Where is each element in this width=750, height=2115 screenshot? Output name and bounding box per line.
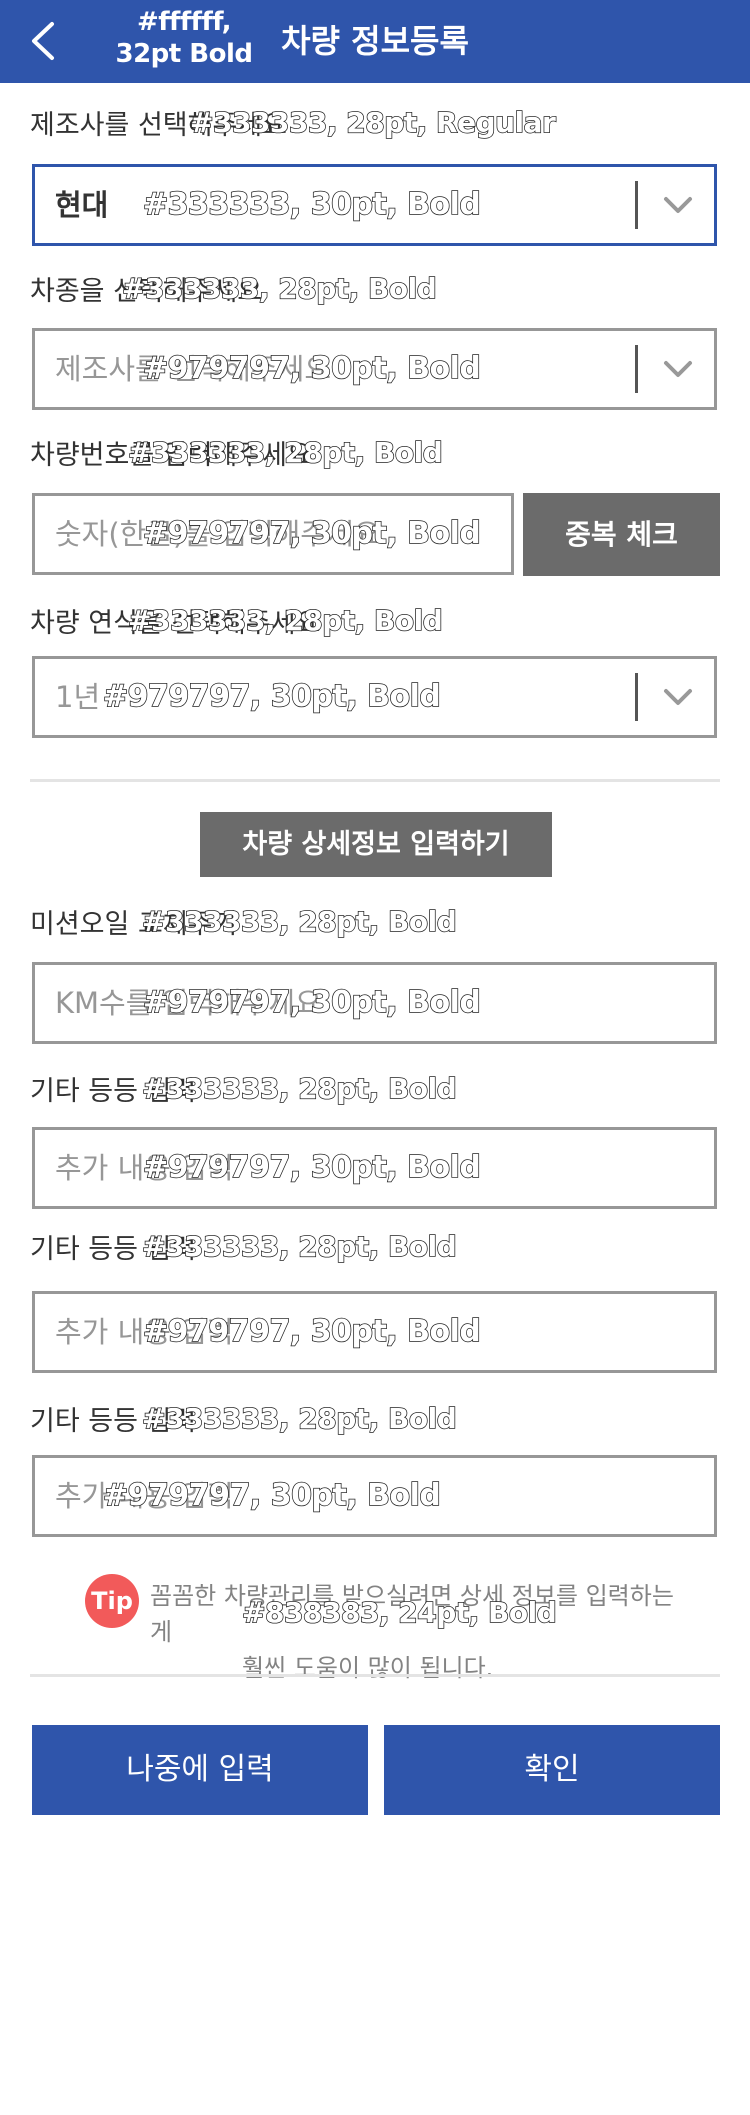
dropdown-divider (635, 181, 638, 229)
duplicate-check-button[interactable]: 중복 체크 (523, 493, 720, 576)
model-label-text: 차종을 선택해주세요 (30, 276, 263, 307)
oil-cycle-input[interactable]: KM수를 입력해주세요 #979797, 30pt, Bold (32, 962, 717, 1044)
model-placeholder: 제조사를 선택해주세요 (55, 352, 332, 386)
plate-label: 차량번호를 입력해주세요 #333333, 28pt, Bold (30, 435, 444, 474)
tip-message: 꼼꼼한 차량관리를 받으실려면 상세 정보를 입력하는게 훨씬 도움이 많이 됩… (150, 1578, 680, 1686)
oil-placeholder: KM수를 입력해주세요 (55, 986, 322, 1020)
extra1-label-text: 기타 등등 입력 (30, 1076, 197, 1107)
year-select[interactable]: 1년 #979797, 30pt, Bold (32, 656, 717, 738)
dropdown-divider (635, 345, 638, 393)
plate-label-text: 차량번호를 입력해주세요 (30, 440, 312, 471)
extra3-input[interactable]: 추가 내용 입력 #979797, 30pt, Bold (32, 1455, 717, 1537)
plate-placeholder: 숫자(한글)를 입력해주세요 (55, 517, 381, 551)
manufacturer-label-text: 제조사를 선택해주세요 (30, 110, 287, 141)
manufacturer-label: 제조사를 선택해주세요 #333333, 28pt, Regular (30, 105, 557, 144)
plate-input[interactable]: 숫자(한글)를 입력해주세요 #979797, 30pt, Bold (32, 493, 514, 575)
section-divider (30, 779, 720, 782)
bottom-divider (30, 1674, 720, 1677)
year-label: 차량 연식을 선택해주세요 #333333, 28pt, Bold (30, 603, 444, 642)
oil-label-text: 미션오일 교체주기 (30, 909, 238, 940)
extra1-placeholder: 추가 내용 입력 (55, 1151, 234, 1185)
year-label-text: 차량 연식을 선택해주세요 (30, 608, 321, 639)
extra2-placeholder: 추가 내용 입력 (55, 1315, 234, 1349)
extra3-label-text: 기타 등등 입력 (30, 1406, 197, 1437)
detail-info-button[interactable]: 차량 상세정보 입력하기 (200, 812, 552, 877)
extra1-input[interactable]: 추가 내용 입력 #979797, 30pt, Bold (32, 1127, 717, 1209)
page-title: 차량 정보등록 (281, 22, 469, 60)
tip-line-1: 꼼꼼한 차량관리를 받으실려면 상세 정보를 입력하는게 (150, 1582, 674, 1646)
extra1-label: 기타 등등 입력 #333333, 28pt, Bold (30, 1071, 458, 1110)
manufacturer-value: 현대 (55, 188, 109, 222)
extra2-label-text: 기타 등등 입력 (30, 1234, 197, 1265)
dropdown-divider (635, 673, 638, 721)
extra2-input[interactable]: 추가 내용 입력 #979797, 30pt, Bold (32, 1291, 717, 1373)
extra3-placeholder: 추가 내용 입력 (55, 1479, 234, 1513)
model-label: 차종을 선택해주세요 #333333, 28pt, Bold (30, 271, 438, 310)
extra3-label: 기타 등등 입력 #333333, 28pt, Bold (30, 1401, 458, 1440)
app-header: 차량 정보등록 #ffffff, 32pt Bold (0, 0, 750, 83)
year-value: 1년 (55, 680, 101, 714)
oil-label: 미션오일 교체주기 #333333, 28pt, Bold (30, 904, 458, 943)
model-select[interactable]: 제조사를 선택해주세요 #979797, 30pt, Bold (32, 328, 717, 410)
year-value-spec: #979797, 30pt, Bold (102, 678, 441, 715)
manufacturer-value-spec: #333333, 30pt, Bold (142, 186, 481, 223)
tip-line-2: 훨씬 도움이 많이 됩니다. (242, 1654, 494, 1682)
tip-badge: Tip (85, 1574, 139, 1628)
chevron-down-icon (664, 689, 692, 705)
manufacturer-select[interactable]: 현대 #333333, 30pt, Bold (32, 164, 717, 246)
chevron-down-icon (664, 361, 692, 377)
input-later-button[interactable]: 나중에 입력 (32, 1725, 368, 1815)
chevron-down-icon (664, 197, 692, 213)
confirm-button[interactable]: 확인 (384, 1725, 720, 1815)
extra2-label: 기타 등등 입력 #333333, 28pt, Bold (30, 1229, 458, 1268)
